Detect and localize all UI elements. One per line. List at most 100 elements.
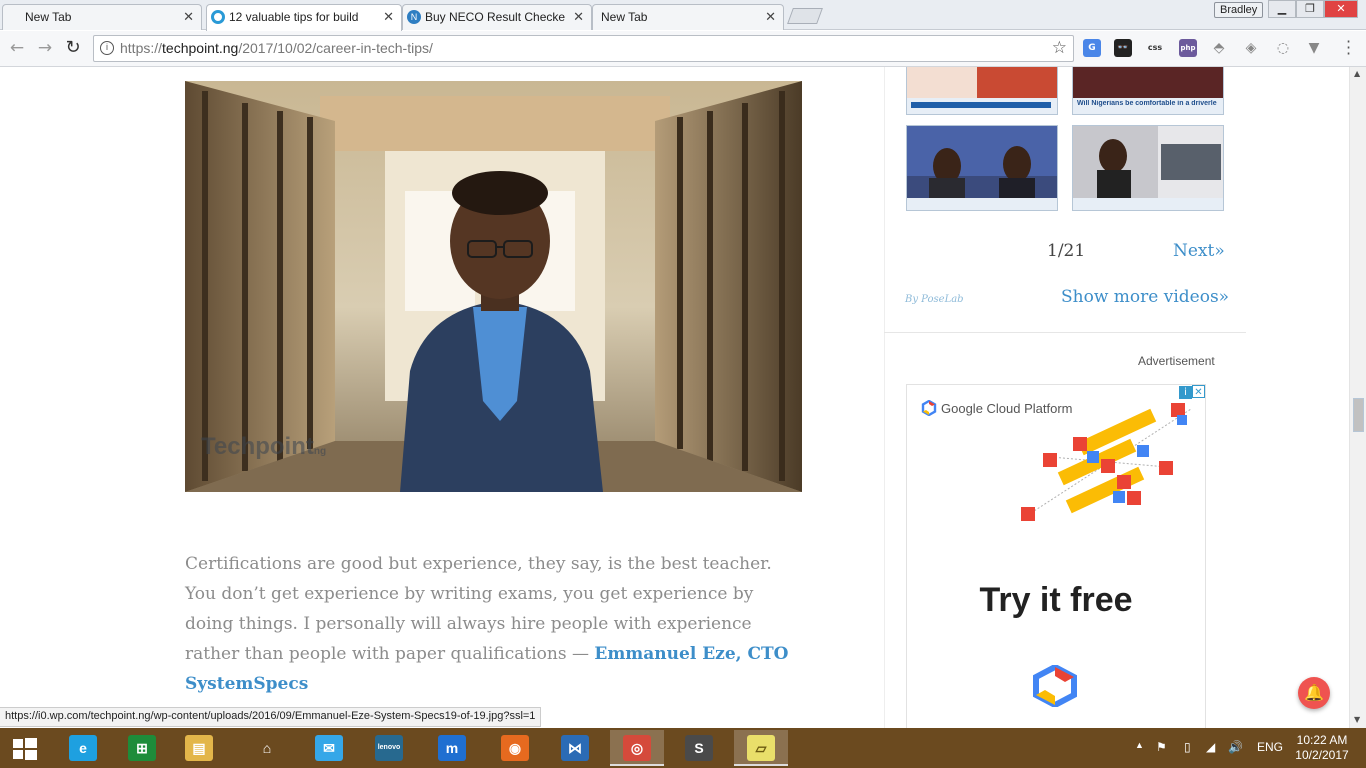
battery-icon[interactable]: ▯ (1184, 740, 1191, 754)
video-thumbnail-4[interactable] (1072, 125, 1224, 211)
video-thumbnail-image (907, 126, 1057, 210)
minimize-button[interactable]: ▁ (1268, 0, 1296, 18)
advertisement-label: Advertisement (1138, 354, 1215, 368)
vue-extension-icon[interactable]: ▼ (1305, 39, 1323, 57)
notification-bell-icon[interactable]: 🔔 (1298, 677, 1330, 709)
tab-title: Buy NECO Result Checke (425, 10, 566, 24)
tab-title: New Tab (601, 10, 648, 24)
maxthon-icon: m (438, 735, 466, 761)
scrollbar-thumb[interactable] (1353, 398, 1364, 432)
lenovo-icon: lenovo (375, 735, 403, 761)
taskbar-app-lenovo[interactable]: lenovo (362, 730, 416, 766)
video-caption: Will Nigerians be comfortable in a drive… (1077, 100, 1217, 107)
taskbar-app-firefox[interactable]: ◉ (488, 730, 542, 766)
tab-techpoint[interactable]: 12 valuable tips for build ✕ (206, 4, 402, 31)
video-thumbnail-2[interactable]: Will Nigerians be comfortable in a drive… (1072, 67, 1224, 115)
close-tab-icon[interactable]: ✕ (573, 9, 584, 25)
tab-title: 12 valuable tips for build (229, 10, 359, 24)
show-hidden-icons[interactable]: ▲ (1135, 740, 1144, 750)
techpoint-watermark: Techpointng (201, 433, 327, 460)
taskbar-app-store[interactable]: ⊞ (115, 730, 169, 766)
restore-button[interactable]: ❐ (1296, 0, 1324, 18)
url-scheme: https:// (120, 40, 163, 56)
sidebar-separator (884, 332, 1246, 333)
google-cloud-ad[interactable]: Google Cloud Platform i ✕ Try it free (906, 384, 1206, 728)
visual-studio-icon: ⋈ (561, 735, 589, 761)
circle-extension-icon[interactable]: ◌ (1274, 39, 1292, 57)
video-thumbnail-image (1073, 126, 1223, 210)
close-tab-icon[interactable]: ✕ (765, 9, 776, 25)
scroll-up-icon[interactable]: ▲ (1354, 69, 1360, 78)
clock-date: 10/2/2017 (1295, 748, 1349, 762)
firefox-icon: ◉ (501, 735, 529, 761)
tab-new-tab-2[interactable]: New Tab ✕ (592, 4, 784, 30)
spectacles-extension-icon[interactable]: 👓 (1114, 39, 1132, 57)
tab-neco[interactable]: N Buy NECO Result Checke ✕ (402, 4, 592, 30)
taskbar-app-internet-explorer[interactable]: e (56, 730, 110, 766)
page-scrollbar[interactable]: ▲ ▼ (1349, 67, 1366, 728)
clock-time: 10:22 AM (1296, 733, 1348, 747)
address-bar[interactable]: i https://techpoint.ng/2017/10/02/career… (93, 35, 1074, 62)
network-alert-icon[interactable]: ⚑ (1156, 740, 1167, 754)
portrait-photo (185, 81, 802, 492)
system-clock[interactable]: 10:22 AM 10/2/2017 (1287, 733, 1357, 763)
sublime-icon: S (685, 735, 713, 761)
taskbar-app-visual-studio[interactable]: ⋈ (548, 730, 602, 766)
translate-extension-icon[interactable]: G (1083, 39, 1101, 57)
close-tab-icon[interactable]: ✕ (383, 9, 394, 25)
taskbar-app-sticky-notes[interactable]: ▱ (734, 730, 788, 766)
site-info-icon[interactable]: i (100, 41, 114, 55)
php-extension-icon[interactable]: php (1179, 39, 1197, 57)
volume-icon[interactable]: 🔊 (1228, 740, 1243, 754)
show-more-videos-link[interactable]: Show more videos» (1061, 287, 1229, 307)
scroll-down-icon[interactable]: ▼ (1354, 715, 1360, 724)
new-tab-button[interactable] (787, 8, 823, 24)
tab-title: New Tab (25, 10, 72, 24)
video-thumbnail-3[interactable] (906, 125, 1058, 211)
taskbar-app-maxthon[interactable]: m (425, 730, 479, 766)
tab-strip: New Tab ✕ 12 valuable tips for build ✕ N… (0, 0, 1366, 31)
close-tab-icon[interactable]: ✕ (183, 9, 194, 25)
article-quote: Certifications are good but experience, … (185, 549, 805, 699)
close-window-button[interactable]: ✕ (1324, 0, 1358, 18)
link-status-bar: https://i0.wp.com/techpoint.ng/wp-conten… (0, 707, 542, 727)
css-extension-icon[interactable]: css (1146, 39, 1164, 57)
video-page-indicator: 1/21 (1047, 241, 1086, 261)
forward-icon[interactable]: → (34, 37, 56, 59)
url-host: techpoint.ng (162, 40, 239, 56)
neco-favicon-icon: N (407, 10, 421, 24)
taskbar-app-home[interactable]: ⌂ (240, 730, 294, 766)
taskbar-app-file-explorer[interactable]: ▤ (172, 730, 226, 766)
ad-cta-headline[interactable]: Try it free (907, 581, 1205, 620)
article-hero-image[interactable]: Techpointng (185, 81, 802, 492)
techpoint-favicon-icon (211, 10, 225, 24)
file-explorer-icon: ▤ (185, 735, 213, 761)
video-next-link[interactable]: Next» (1173, 241, 1225, 261)
bookmark-star-icon[interactable]: ☆ (1052, 38, 1067, 58)
ad-blocks-illustration (1021, 403, 1192, 521)
browser-menu-icon[interactable]: · · · (1346, 34, 1354, 62)
diamond-extension-icon[interactable]: ◈ (1242, 39, 1260, 57)
video-byline[interactable]: By PoseLab (905, 294, 964, 305)
dropbox-extension-icon[interactable]: ⬘ (1210, 39, 1228, 57)
video-thumbnail-1[interactable] (906, 67, 1058, 115)
browser-toolbar: ← → ↻ i https://techpoint.ng/2017/10/02/… (0, 31, 1366, 67)
taskbar-app-mail[interactable]: ✉ (302, 730, 356, 766)
wifi-icon[interactable]: ◢ (1206, 740, 1215, 754)
web-page: Techpointng Certifications are good but … (0, 67, 1349, 728)
start-button[interactable] (0, 730, 54, 766)
internet-explorer-icon: e (69, 735, 97, 761)
profile-button[interactable]: Bradley (1214, 2, 1264, 18)
google-cloud-logo-icon (921, 400, 937, 416)
tab-new-tab-1[interactable]: New Tab ✕ (2, 4, 202, 30)
taskbar-app-chrome[interactable]: ◎ (610, 730, 664, 766)
reload-icon[interactable]: ↻ (62, 37, 84, 59)
language-indicator[interactable]: ENG (1257, 740, 1283, 754)
url-path: /2017/10/02/career-in-tech-tips/ (238, 40, 433, 56)
store-icon: ⊞ (128, 735, 156, 761)
back-icon[interactable]: ← (6, 37, 28, 59)
taskbar-app-sublime[interactable]: S (672, 730, 726, 766)
sidebar-divider (884, 67, 885, 728)
video-thumbnail-image (1073, 67, 1223, 114)
sticky-notes-icon: ▱ (747, 735, 775, 761)
